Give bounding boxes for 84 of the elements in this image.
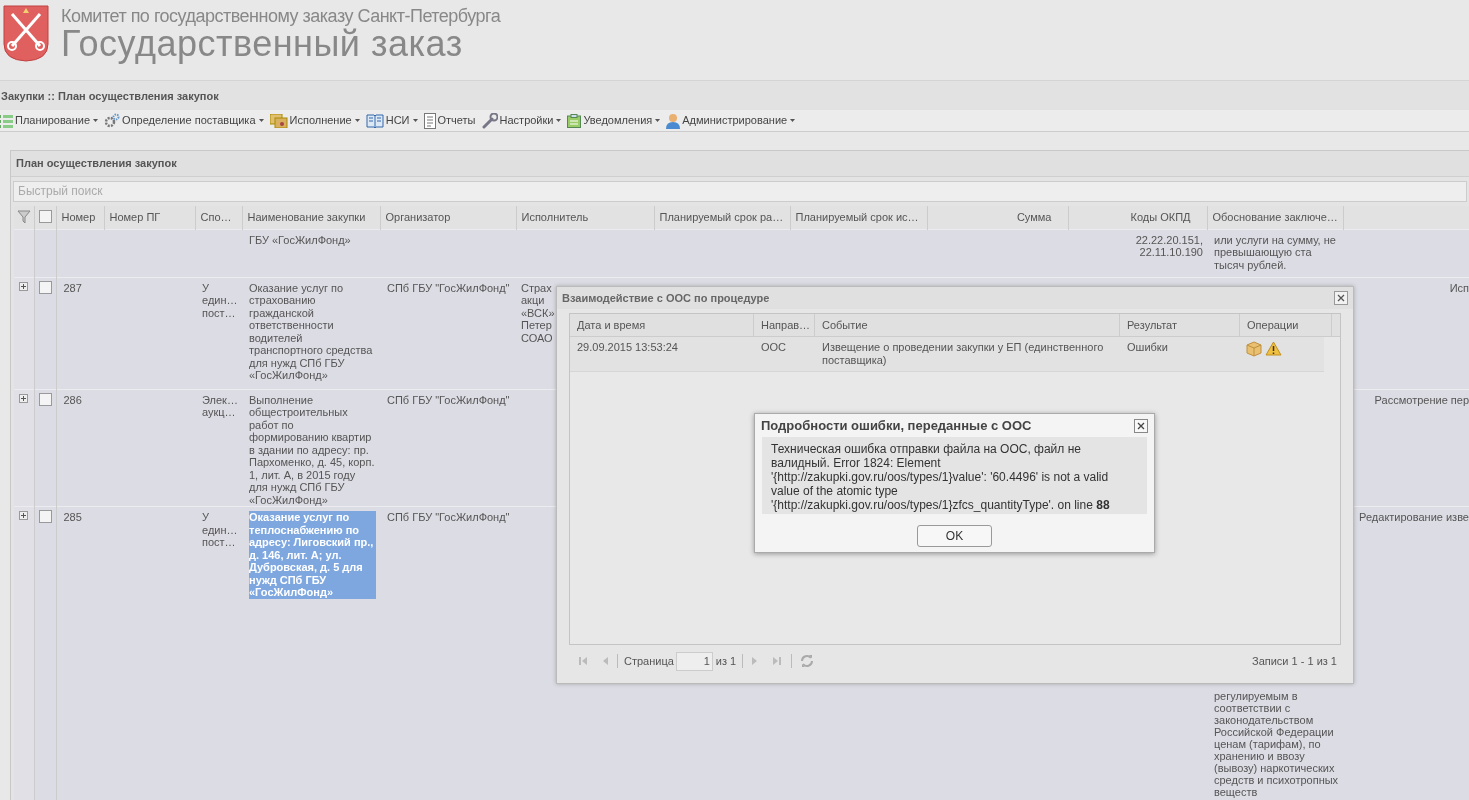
- menu-button[interactable]: Отчеты: [423, 112, 476, 129]
- last-page-icon[interactable]: [771, 655, 784, 667]
- close-button[interactable]: [1134, 418, 1148, 433]
- error-message: Техническая ошибка отправки файла на ООС, файл не валидный. Error 1824: Element '{http://zakupki.gov.ru/oos/types/1}value': '60.4496' is not a valid value of the atomic type '{http://zakupki.gov.ru/oos/types/1}zfcs_quantityType'. on line 88: [771, 442, 1111, 512]
- column-header[interactable]: Событие: [822, 316, 868, 334]
- purchase-name: ГБУ «ГосЖилФонд»: [249, 233, 351, 246]
- column-header[interactable]: Результат: [1127, 316, 1178, 334]
- coat-of-arms-icon: [3, 4, 49, 62]
- menu-button[interactable]: Исполнение: [269, 112, 360, 129]
- ok-button[interactable]: OK: [917, 525, 992, 547]
- dialog-title: Подробности ошибки, переданные с ООС: [761, 416, 1032, 435]
- basis-text: регулируемым в соответствии с законодательством Российской Федерации ценам (тарифам), по хранению и ввозу (вывозу) наркотических средств и психотропных веществ: [1214, 690, 1339, 798]
- organizer-text: СПб ГБУ "ГосЖилФонд": [387, 393, 510, 406]
- gears-icon: [104, 112, 121, 129]
- purchase-name: Выполнение общестроительных работ по формированию квартир в здании по адресу: пр. Пархоменко, д. 45, корп. 1, лит. А, в 2015 году для нужд СПб ГБУ «ГосЖилФонд»: [249, 393, 376, 506]
- refresh-icon[interactable]: [800, 654, 815, 668]
- okpd-codes: 22.22.20.151, 22.11.10.190: [1135, 233, 1203, 259]
- column-header[interactable]: Номер: [61, 211, 96, 223]
- result-text: Ошибки: [1127, 341, 1168, 353]
- wrench-icon: [481, 112, 498, 129]
- column-header[interactable]: Планируемый срок ис…: [795, 211, 919, 223]
- checkbox[interactable]: [38, 392, 52, 406]
- basis-text: или услуги на сумму, не превышающую ста тысяч рублей.: [1214, 233, 1337, 271]
- column-header[interactable]: Сумма: [1016, 211, 1052, 223]
- expand-icon[interactable]: [19, 281, 29, 291]
- status-text: Редактирование изве: [1359, 511, 1469, 524]
- close-button[interactable]: [1334, 291, 1348, 305]
- checkbox[interactable]: [38, 209, 52, 223]
- column-header[interactable]: Дата и время: [577, 316, 646, 334]
- records-count: Записи 1 - 1 из 1: [1252, 653, 1337, 669]
- first-page-icon[interactable]: [577, 655, 589, 667]
- expand-icon[interactable]: [19, 393, 29, 403]
- column-header[interactable]: Обоснование заключе…: [1212, 211, 1338, 223]
- breadcrumb: Закупки :: План осуществления закупок: [1, 88, 219, 104]
- menu-button[interactable]: Администрирование: [666, 112, 796, 129]
- method-text: У един… пост…: [202, 281, 238, 319]
- purchase-name: Оказание услуг по страхованию гражданской ответственности водителей транспортного средства для нужд СПб ГБУ «ГосЖилФонд»: [249, 281, 374, 382]
- expand-icon[interactable]: [19, 511, 29, 520]
- list-icon: [0, 113, 13, 128]
- purchase-number: 286: [63, 393, 82, 406]
- user-icon: [666, 112, 681, 129]
- status-text: Рассмотрение пер: [1374, 393, 1469, 406]
- page-label: Страница: [624, 653, 674, 669]
- date-time: 29.09.2015 13:53:24: [577, 341, 678, 353]
- purchase-number: 287: [63, 281, 82, 294]
- column-header[interactable]: Операции: [1247, 316, 1299, 334]
- column-header[interactable]: Наименование закупки: [247, 211, 366, 223]
- column-header[interactable]: Планируемый срок ра…: [659, 211, 784, 223]
- menu-button[interactable]: НСИ: [365, 112, 418, 129]
- filter-icon[interactable]: [16, 210, 31, 225]
- warning-icon[interactable]: [1265, 341, 1282, 356]
- report-icon: [423, 112, 436, 129]
- event-text: Извещение о проведении закупки у ЕП (единственного поставщика): [822, 341, 1104, 366]
- column-header[interactable]: Коды ОКПД: [1130, 211, 1191, 223]
- method-text: У един… пост…: [202, 511, 238, 549]
- clipboard-icon: [567, 113, 582, 128]
- menu-button[interactable]: Планирование: [0, 112, 99, 129]
- executor-text: Страх акци «ВСК» Петер СОАО: [521, 281, 555, 344]
- method-text: Элек… аукц…: [202, 393, 238, 419]
- dialog-title: Взаимодействие с ООС по процедуре: [562, 290, 770, 306]
- menu-button[interactable]: Настройки: [481, 112, 562, 129]
- panel-title: План осуществления закупок: [16, 156, 177, 172]
- status-text: Исп: [1449, 281, 1469, 294]
- menu-button[interactable]: Уведомления: [567, 112, 661, 129]
- page-count: из 1: [715, 653, 737, 669]
- column-header[interactable]: Исполнитель: [521, 211, 589, 223]
- site-title: Государственный заказ: [61, 26, 463, 62]
- selected-text: Оказание услуг по теплоснабжению по адресу: Лиговский пр., д. 146, лит. А; ул. Дубровская, д. 5 для нужд СПб ГБУ «ГосЖилФонд»: [249, 511, 376, 599]
- direction-text: ООС: [761, 341, 787, 353]
- organizer-text: СПб ГБУ "ГосЖилФонд": [387, 281, 510, 294]
- committee-name: Комитет по государственному заказу Санкт-Петербурга: [61, 6, 501, 26]
- purchase-number: 285: [63, 511, 82, 524]
- checkbox[interactable]: [38, 510, 52, 523]
- column-header[interactable]: Направ…: [761, 316, 811, 334]
- column-header[interactable]: Номер ПГ: [109, 211, 161, 223]
- menu-button[interactable]: Определение поставщика: [104, 112, 264, 129]
- documents-icon: [269, 113, 288, 128]
- quick-search-field[interactable]: Быстрый поиск: [13, 180, 1467, 202]
- checkbox[interactable]: [38, 280, 52, 294]
- book-icon: [365, 113, 384, 128]
- column-header[interactable]: Спо…: [200, 211, 232, 223]
- column-header[interactable]: Организатор: [385, 211, 451, 223]
- organizer-text: СПб ГБУ "ГосЖилФонд": [387, 511, 510, 524]
- page-field[interactable]: 1: [675, 651, 713, 671]
